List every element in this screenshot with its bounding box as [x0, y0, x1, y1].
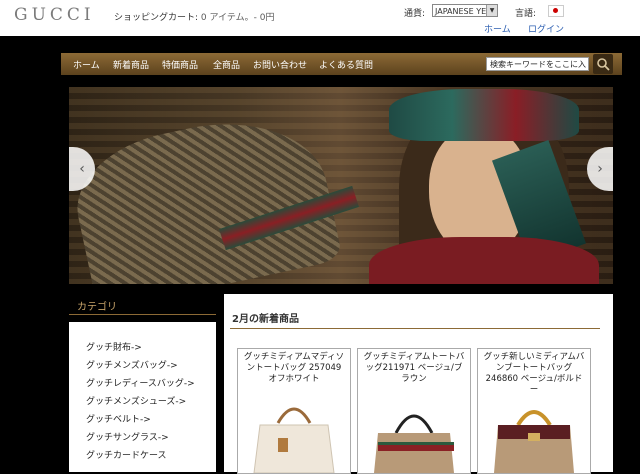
nav-item-new[interactable]: 新着商品 [113, 58, 149, 71]
category-item-wallets[interactable]: グッチ財布-> [86, 340, 142, 353]
category-item-mens-bags[interactable]: グッチメンズバッグ-> [86, 358, 178, 371]
divider [230, 328, 600, 329]
product-name[interactable]: グッチ新しいミディアムバンブートートバッグ 246860 ベージュ/ボルドー [482, 352, 586, 396]
category-item-sunglasses[interactable]: グッチサングラス-> [86, 430, 169, 443]
currency-value: JAPANESE YE [435, 7, 487, 16]
category-header: カテゴリ [69, 294, 216, 315]
top-bar: GUCCI ショッピングカート: 0 アイテム。- 0円 通貨: JAPANES… [0, 0, 640, 36]
japan-flag-icon[interactable] [548, 5, 564, 17]
cart-label: ショッピングカート: [114, 13, 199, 23]
section-title: 2月の新着商品 [232, 314, 299, 325]
category-item-ladies-bags[interactable]: グッチレディースバッグ-> [86, 376, 195, 389]
chevron-down-icon: ▼ [486, 5, 497, 16]
gucci-logo[interactable]: GUCCI [14, 5, 95, 25]
nav-item-faq[interactable]: よくある質問 [319, 58, 373, 71]
currency-select[interactable]: JAPANESE YE ▼ [432, 4, 498, 17]
product-name[interactable]: グッチミディアムマディソントートバッグ 257049 オフホワイト [242, 352, 346, 385]
nav-item-contact[interactable]: お問い合わせ [253, 58, 307, 71]
product-image-medium-tote[interactable] [368, 393, 460, 473]
hero-banner[interactable] [69, 87, 613, 284]
language-label: 言語: [515, 9, 537, 19]
category-item-belts[interactable]: グッチベルト-> [86, 412, 151, 425]
nav-item-sale[interactable]: 特価商品 [162, 58, 198, 71]
product-card[interactable]: グッチ新しいミディアムバンブートートバッグ 246860 ベージュ/ボルドー [477, 348, 591, 474]
search-icon [597, 58, 610, 71]
nav-item-home[interactable]: ホーム [73, 58, 100, 71]
shopping-cart-summary[interactable]: ショッピングカート: 0 アイテム。- 0円 [114, 10, 274, 23]
category-title: カテゴリ [77, 302, 117, 313]
product-name[interactable]: グッチミディアムトートバッグ211971 ベージュ/ブラウン [362, 352, 466, 385]
product-card[interactable]: グッチミディアムマディソントートバッグ 257049 オフホワイト [237, 348, 351, 474]
category-item-mens-shoes[interactable]: グッチメンズシューズ-> [86, 394, 186, 407]
product-image-bamboo-tote[interactable] [488, 393, 580, 473]
home-link[interactable]: ホーム [484, 22, 511, 35]
product-image-madison-tote[interactable] [248, 393, 340, 473]
nav-item-all[interactable]: 全商品 [213, 58, 240, 71]
search-input[interactable]: 検索キーワードをここに入 [486, 57, 589, 71]
new-arrivals-section: 2月の新着商品 グッチミディアムマディソントートバッグ 257049 オフホワイ… [224, 294, 613, 474]
currency-label: 通貨: [404, 9, 426, 19]
search-button[interactable] [593, 54, 613, 74]
cart-count: 0 アイテム。- 0円 [200, 13, 275, 23]
category-item-card-cases[interactable]: グッチカードケース [86, 448, 167, 461]
login-link[interactable]: ログイン [528, 22, 564, 35]
product-card[interactable]: グッチミディアムトートバッグ211971 ベージュ/ブラウン [357, 348, 471, 474]
category-list: グッチ財布-> グッチメンズバッグ-> グッチレディースバッグ-> グッチメンズ… [69, 322, 216, 472]
